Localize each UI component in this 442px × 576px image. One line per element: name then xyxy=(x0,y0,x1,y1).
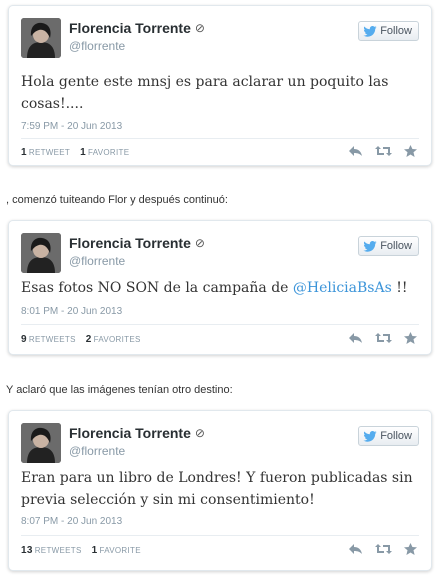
divider xyxy=(21,535,419,536)
retweet-icon[interactable] xyxy=(375,543,392,555)
retweet-icon[interactable] xyxy=(375,145,392,157)
retweet-count[interactable]: 13 xyxy=(21,545,33,556)
follow-button[interactable]: Follow xyxy=(358,21,419,41)
favorite-label[interactable]: FAVORITE xyxy=(88,148,129,157)
author-handle[interactable]: @florrente xyxy=(69,444,125,458)
favorite-label[interactable]: FAVORITES xyxy=(94,335,141,344)
avatar[interactable] xyxy=(21,423,61,463)
tweet-text: Eran para un libro de Londres! Y fueron … xyxy=(21,470,413,508)
retweet-icon[interactable] xyxy=(375,332,392,344)
caption: Y aclaró que las imágenes tenían otro de… xyxy=(6,384,233,396)
twitter-bird-icon xyxy=(363,430,377,442)
reply-icon[interactable] xyxy=(348,145,363,157)
author-handle[interactable]: @florrente xyxy=(69,254,125,268)
retweet-count[interactable]: 9 xyxy=(21,334,27,345)
reply-icon[interactable] xyxy=(348,543,363,555)
circle-check-icon: ⊘ xyxy=(194,236,205,250)
caption: , comenzó tuiteando Flor y después conti… xyxy=(6,194,228,206)
tweet-text: Esas fotos NO SON de la campaña de @Heli… xyxy=(21,280,408,296)
divider xyxy=(21,138,419,139)
star-icon[interactable] xyxy=(404,145,417,157)
author-name[interactable]: Florencia Torrente ⊘ xyxy=(69,425,205,441)
tweet-timestamp[interactable]: 7:59 PM - 20 Jun 2013 xyxy=(21,121,122,132)
star-icon[interactable] xyxy=(404,332,417,344)
circle-check-icon: ⊘ xyxy=(194,21,205,35)
twitter-bird-icon xyxy=(363,240,377,252)
tweet-text: Hola gente este mnsj es para aclarar un … xyxy=(21,74,389,112)
divider xyxy=(21,324,419,325)
tweet-timestamp[interactable]: 8:01 PM - 20 Jun 2013 xyxy=(21,306,122,317)
tweet-actions xyxy=(348,543,417,555)
tweet-actions xyxy=(348,332,417,344)
tweet-timestamp[interactable]: 8:07 PM - 20 Jun 2013 xyxy=(21,516,122,527)
avatar[interactable] xyxy=(21,233,61,273)
mention-link[interactable]: @HeliciaBsAs xyxy=(293,280,392,296)
retweet-label[interactable]: RETWEET xyxy=(29,148,70,157)
avatar[interactable] xyxy=(21,18,61,58)
tweet-stats: 9 RETWEETS 2 FAVORITES xyxy=(21,334,141,345)
twitter-bird-icon xyxy=(363,25,377,37)
star-icon[interactable] xyxy=(404,543,417,555)
retweet-count[interactable]: 1 xyxy=(21,147,27,158)
tweet-card: Florencia Torrente ⊘ @florrente Follow Er… xyxy=(8,410,432,571)
follow-button[interactable]: Follow xyxy=(358,236,419,256)
author-name[interactable]: Florencia Torrente ⊘ xyxy=(69,235,205,251)
author-handle[interactable]: @florrente xyxy=(69,39,125,53)
reply-icon[interactable] xyxy=(348,332,363,344)
retweet-label[interactable]: RETWEETS xyxy=(29,335,76,344)
tweet-actions xyxy=(348,145,417,157)
retweet-label[interactable]: RETWEETS xyxy=(35,546,82,555)
follow-button[interactable]: Follow xyxy=(358,426,419,446)
tweet-stats: 13 RETWEETS 1 FAVORITE xyxy=(21,545,141,556)
favorite-count[interactable]: 1 xyxy=(92,545,98,556)
favorite-count[interactable]: 2 xyxy=(86,334,92,345)
circle-check-icon: ⊘ xyxy=(194,426,205,440)
author-name[interactable]: Florencia Torrente ⊘ xyxy=(69,20,205,36)
favorite-label[interactable]: FAVORITE xyxy=(99,546,140,555)
favorite-count[interactable]: 1 xyxy=(80,147,86,158)
tweet-card: Florencia Torrente ⊘ @florrente Follow Ho… xyxy=(8,5,432,166)
tweet-card: Florencia Torrente ⊘ @florrente Follow Es… xyxy=(8,220,432,355)
tweet-stats: 1 RETWEET 1 FAVORITE xyxy=(21,147,129,158)
